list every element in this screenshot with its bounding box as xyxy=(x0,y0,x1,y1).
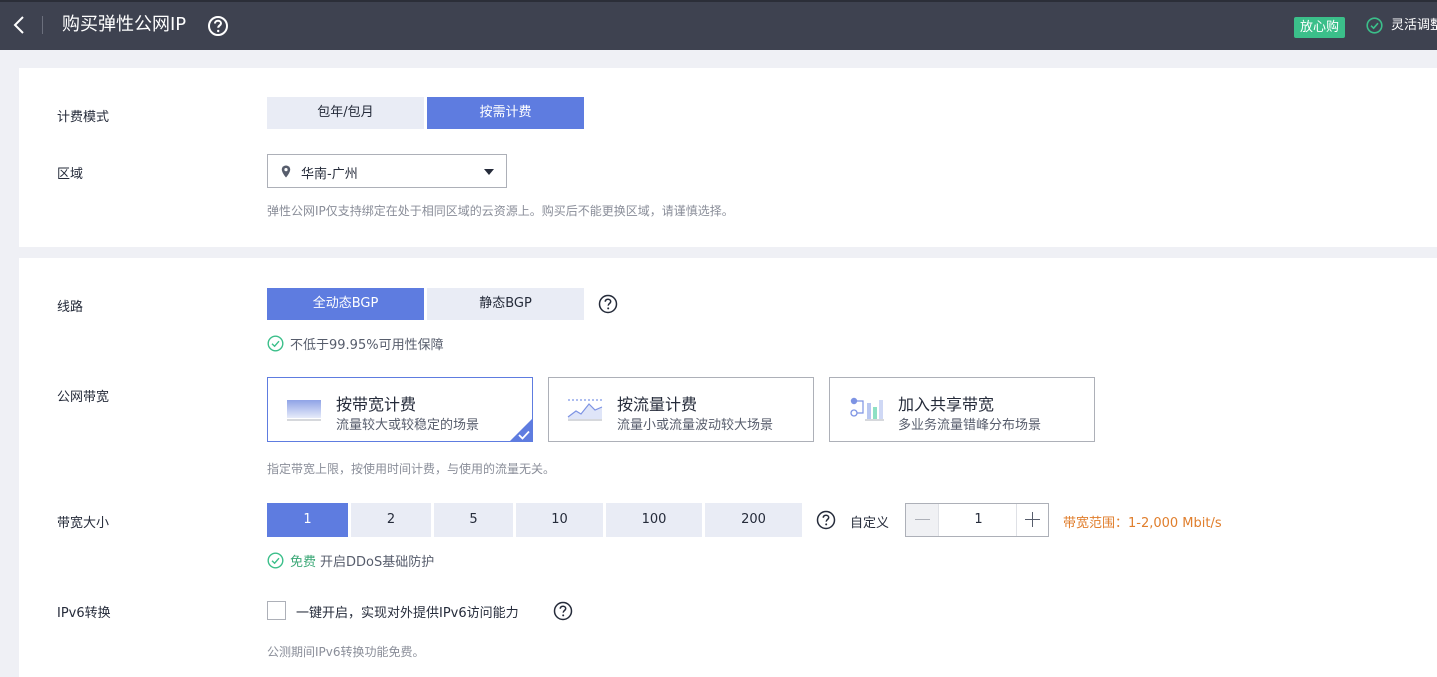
increment-button[interactable] xyxy=(1016,504,1048,536)
check-circle-icon xyxy=(1366,17,1383,34)
decrement-button[interactable] xyxy=(906,504,939,536)
ipv6-label: IPv6转换 xyxy=(57,606,111,621)
page-title: 购买弹性公网IP xyxy=(62,14,187,35)
shared-bandwidth-desc: 多业务流量错峰分布场景 xyxy=(898,418,1042,433)
availability-text: 不低于99.95%可用性保障 xyxy=(290,338,444,353)
bandwidth-option-100[interactable]: 100 xyxy=(606,503,702,537)
checkmark-icon xyxy=(518,430,530,440)
custom-bandwidth-label: 自定义 xyxy=(850,516,890,531)
network-config-card xyxy=(19,258,1437,677)
region-value: 华南-广州 xyxy=(301,167,358,182)
traffic-billing-title: 按流量计费 xyxy=(617,395,698,414)
basic-config-card xyxy=(19,68,1437,247)
shared-bandwidth-card[interactable]: 加入共享带宽 多业务流量错峰分布场景 xyxy=(829,377,1095,442)
header-divider xyxy=(42,16,43,34)
bandwidth-type-hint: 指定带宽上限，按使用时间计费，与使用的流量无关。 xyxy=(267,462,556,476)
bandwidth-option-5[interactable]: 5 xyxy=(434,503,513,537)
bandwidth-range: 带宽范围：1-2,000 Mbit/s xyxy=(1063,516,1222,531)
help-icon[interactable] xyxy=(207,15,229,37)
bandwidth-billing-desc: 流量较大或较稳定的场景 xyxy=(336,418,480,433)
ddos-free-label: 免费 xyxy=(290,555,317,570)
bandwidth-option-10[interactable]: 10 xyxy=(516,503,603,537)
ddos-note: 免费 开启DDoS基础防护 xyxy=(267,551,434,570)
top-bar: 购买弹性公网IP 放心购 灵活调整 xyxy=(0,0,1437,50)
bandwidth-option-2[interactable]: 2 xyxy=(351,503,431,537)
bandwidth-input[interactable] xyxy=(940,504,1017,536)
ipv6-hint: 公测期间IPv6转换功能免费。 xyxy=(267,645,425,659)
line-label: 线路 xyxy=(57,300,84,315)
bandwidth-type-label: 公网带宽 xyxy=(57,390,110,405)
safe-purchase-badge[interactable]: 放心购 xyxy=(1294,17,1346,38)
region-hint: 弹性公网IP仅支持绑定在处于相同区域的云资源上。购买后不能更换区域，请谨慎选择。 xyxy=(267,204,734,218)
bandwidth-option-200[interactable]: 200 xyxy=(705,503,802,537)
shared-bandwidth-title: 加入共享带宽 xyxy=(898,395,995,414)
traffic-billing-icon xyxy=(567,399,603,421)
traffic-billing-desc: 流量小或流量波动较大场景 xyxy=(617,418,774,433)
ddos-text: 开启DDoS基础防护 xyxy=(320,555,435,570)
check-circle-icon xyxy=(267,552,284,569)
bandwidth-option-1[interactable]: 1 xyxy=(267,503,348,537)
line-option-static-bgp[interactable]: 静态BGP xyxy=(427,288,584,320)
line-option-dynamic-bgp[interactable]: 全动态BGP xyxy=(267,288,424,320)
availability-note: 不低于99.95%可用性保障 xyxy=(267,334,444,353)
traffic-billing-card[interactable]: 按流量计费 流量小或流量波动较大场景 xyxy=(548,377,814,442)
bandwidth-help-icon[interactable] xyxy=(816,510,836,530)
bandwidth-billing-title: 按带宽计费 xyxy=(336,395,417,414)
bandwidth-billing-card[interactable]: 按带宽计费 流量较大或较稳定的场景 xyxy=(267,377,533,442)
top-bar-accent xyxy=(0,0,1437,2)
billing-option-yearly-monthly[interactable]: 包年/包月 xyxy=(267,97,424,129)
region-label: 区域 xyxy=(57,167,84,182)
bandwidth-stepper xyxy=(905,503,1049,537)
line-help-icon[interactable] xyxy=(598,294,618,314)
billing-option-on-demand[interactable]: 按需计费 xyxy=(427,97,584,129)
bandwidth-size-label: 带宽大小 xyxy=(57,516,110,531)
check-circle-icon xyxy=(267,335,284,352)
location-pin-icon xyxy=(281,165,291,178)
ipv6-checkbox-label[interactable]: 一键开启，实现对外提供IPv6访问能力 xyxy=(296,602,519,621)
chevron-down-icon xyxy=(484,169,494,175)
flex-adjust-text: 灵活调整 xyxy=(1391,18,1437,33)
shared-bandwidth-icon xyxy=(850,397,884,421)
region-select[interactable]: 华南-广州 xyxy=(267,154,507,188)
ipv6-checkbox[interactable] xyxy=(267,601,286,620)
back-arrow-icon[interactable] xyxy=(10,13,30,37)
ipv6-help-icon[interactable] xyxy=(553,601,573,621)
billing-mode-label: 计费模式 xyxy=(57,110,110,125)
bandwidth-billing-icon xyxy=(287,400,321,421)
